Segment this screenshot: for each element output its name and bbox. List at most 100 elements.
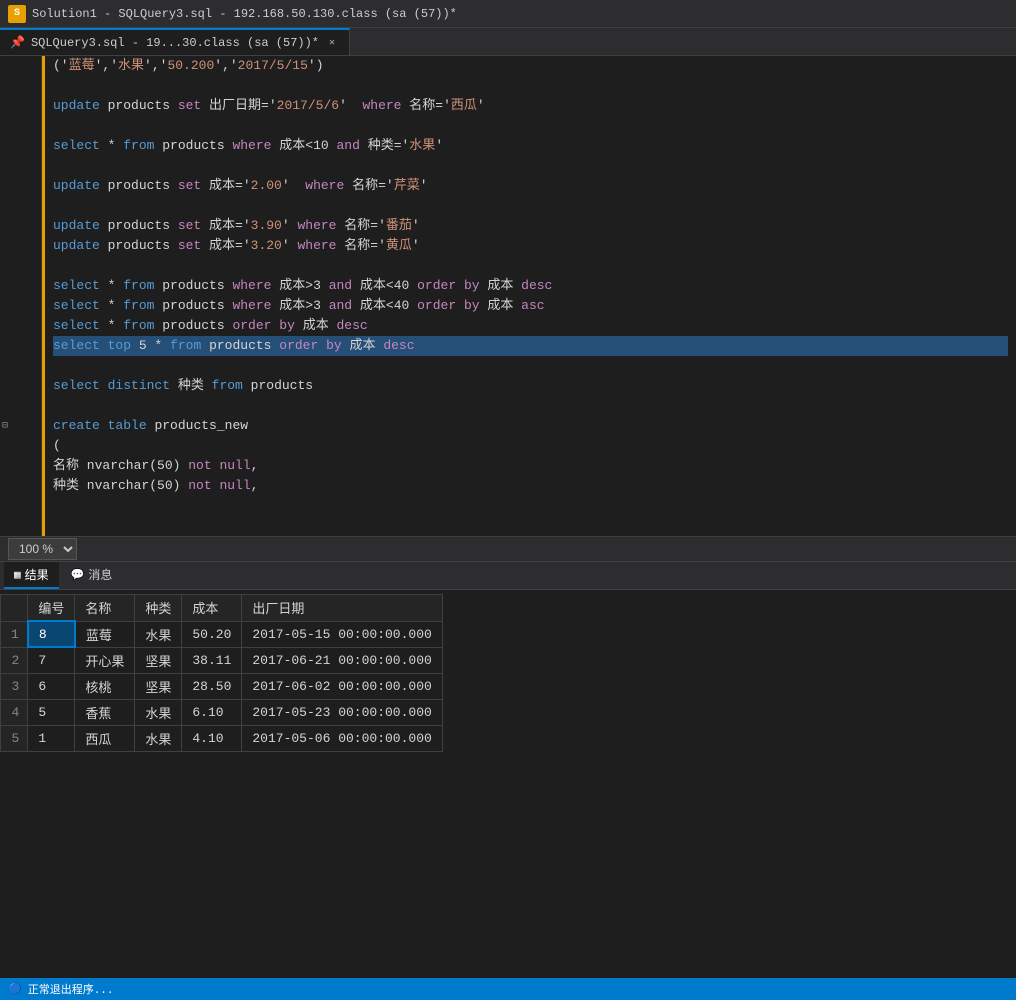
gutter-line [0,476,41,496]
cell-type[interactable]: 坚果 [135,647,182,673]
results-grid-icon: ▦ [14,568,21,582]
code-line [53,116,1008,136]
code-line: create table products_new [53,416,1008,436]
cell-cost[interactable]: 28.50 [182,673,242,699]
editor-area[interactable]: ⊟ ('蓝莓','水果','50.200','2017/5/15') updat… [0,56,1016,536]
gutter-line [0,276,41,296]
cell-name[interactable]: 开心果 [75,647,135,673]
cell-id[interactable]: 8 [28,621,75,647]
cell-name[interactable]: 香蕉 [75,699,135,725]
data-table-wrapper: 编号 名称 种类 成本 出厂日期 18蓝莓水果50.202017-05-15 0… [0,590,1016,756]
cell-date[interactable]: 2017-06-02 00:00:00.000 [242,673,442,699]
gutter-line [0,76,41,96]
gutter-line [0,296,41,316]
gutter-line [0,196,41,216]
cell-date[interactable]: 2017-05-06 00:00:00.000 [242,725,442,751]
col-header-date[interactable]: 出厂日期 [242,595,442,622]
cell-id[interactable]: 1 [28,725,75,751]
gutter-line [0,156,41,176]
code-editor[interactable]: ('蓝莓','水果','50.200','2017/5/15') update … [45,56,1016,536]
gutter-line [0,356,41,376]
gutter-line [0,256,41,276]
code-line: update products set 成本='3.20' where 名称='… [53,236,1008,256]
gutter-line [0,456,41,476]
cell-cost[interactable]: 38.11 [182,647,242,673]
code-line: select * from products where 成本>3 and 成本… [53,296,1008,316]
window-title: Solution1 - SQLQuery3.sql - 192.168.50.1… [32,7,457,21]
gutter-line [0,176,41,196]
code-line: update products set 出厂日期='2017/5/6' wher… [53,96,1008,116]
results-tab-label: 结果 [25,566,49,583]
cell-type[interactable]: 坚果 [135,673,182,699]
col-header-cost[interactable]: 成本 [182,595,242,622]
gutter-line [0,236,41,256]
table-header-row: 编号 名称 种类 成本 出厂日期 [1,595,443,622]
gutter-line [0,116,41,136]
table-row[interactable]: 27开心果坚果38.112017-06-21 00:00:00.000 [1,647,443,673]
cell-id[interactable]: 5 [28,699,75,725]
messages-tab-label: 消息 [88,566,112,583]
cell-date[interactable]: 2017-05-23 00:00:00.000 [242,699,442,725]
cell-name[interactable]: 核桃 [75,673,135,699]
zoom-dropdown[interactable]: 100 % [8,538,77,560]
code-line [53,76,1008,96]
status-message: 正常退出程序... [28,981,114,997]
code-line: 名称 nvarchar(50) not null, [53,456,1008,476]
cell-date[interactable]: 2017-05-15 00:00:00.000 [242,621,442,647]
col-header-name[interactable]: 名称 [75,595,135,622]
table-body: 18蓝莓水果50.202017-05-15 00:00:00.00027开心果坚… [1,621,443,751]
code-line: ('蓝莓','水果','50.200','2017/5/15') [53,56,1008,76]
gutter-line [0,336,41,356]
cell-id[interactable]: 7 [28,647,75,673]
tab-messages[interactable]: 💬 消息 [61,562,123,589]
gutter-collapse[interactable]: ⊟ [0,416,41,436]
col-header-id[interactable]: 编号 [28,595,75,622]
cell-type[interactable]: 水果 [135,699,182,725]
cell-name[interactable]: 蓝莓 [75,621,135,647]
query-tab[interactable]: 📌 SQLQuery3.sql - 19...30.class (sa (57)… [0,28,350,55]
row-number: 2 [1,647,28,673]
tab-close-button[interactable]: ✕ [325,36,339,50]
code-line: select * from products order by 成本 desc [53,316,1008,336]
results-tabs: ▦ 结果 💬 消息 [0,562,1016,590]
code-line [53,256,1008,276]
cell-type[interactable]: 水果 [135,621,182,647]
gutter-line [0,56,41,76]
code-line: select * from products where 成本<10 and 种… [53,136,1008,156]
tab-label: SQLQuery3.sql - 19...30.class (sa (57))* [31,36,319,50]
results-table: 编号 名称 种类 成本 出厂日期 18蓝莓水果50.202017-05-15 0… [0,594,443,752]
cell-cost[interactable]: 6.10 [182,699,242,725]
col-header-type[interactable]: 种类 [135,595,182,622]
code-line: update products set 成本='2.00' where 名称='… [53,176,1008,196]
cell-type[interactable]: 水果 [135,725,182,751]
row-number: 5 [1,725,28,751]
cell-name[interactable]: 西瓜 [75,725,135,751]
table-row[interactable]: 36核桃坚果28.502017-06-02 00:00:00.000 [1,673,443,699]
status-bar: 🔵 正常退出程序... [0,978,1016,1000]
cell-date[interactable]: 2017-06-21 00:00:00.000 [242,647,442,673]
messages-icon: 💬 [71,568,85,582]
tab-bar: 📌 SQLQuery3.sql - 19...30.class (sa (57)… [0,28,1016,56]
table-row[interactable]: 51西瓜水果4.102017-05-06 00:00:00.000 [1,725,443,751]
table-row[interactable]: 45香蕉水果6.102017-05-23 00:00:00.000 [1,699,443,725]
code-line: select distinct 种类 from products [53,376,1008,396]
gutter-line [0,216,41,236]
row-number: 4 [1,699,28,725]
tab-results[interactable]: ▦ 结果 [4,562,59,589]
code-line: ( [53,436,1008,456]
code-line [53,156,1008,176]
cell-cost[interactable]: 4.10 [182,725,242,751]
gutter-line [0,376,41,396]
cell-cost[interactable]: 50.20 [182,621,242,647]
code-line [53,196,1008,216]
gutter-line [0,96,41,116]
table-row[interactable]: 18蓝莓水果50.202017-05-15 00:00:00.000 [1,621,443,647]
app-icon: S [8,5,26,23]
pin-icon: 📌 [10,35,25,50]
gutter-line [0,316,41,336]
results-panel: ▦ 结果 💬 消息 编号 名称 种类 成本 出厂日期 18蓝莓水果50. [0,562,1016,756]
row-number: 3 [1,673,28,699]
cell-id[interactable]: 6 [28,673,75,699]
gutter-line [0,436,41,456]
code-line: update products set 成本='3.90' where 名称='… [53,216,1008,236]
